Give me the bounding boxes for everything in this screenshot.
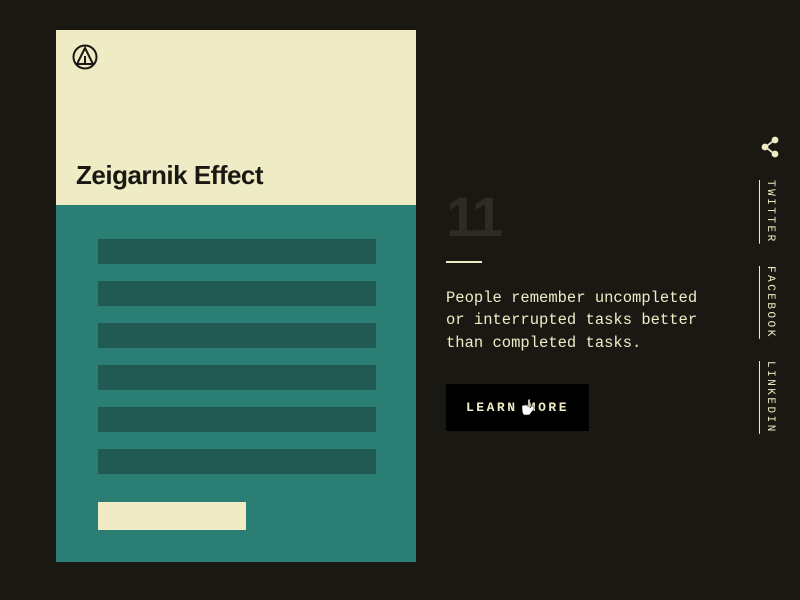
card-illustration: [56, 205, 416, 474]
divider: [446, 261, 482, 263]
card-header: Zeigarnik Effect: [56, 30, 416, 205]
share-icon[interactable]: [760, 136, 780, 158]
illustration-bar: [98, 281, 376, 306]
illustration-bar: [98, 449, 376, 474]
logo-icon: [72, 44, 98, 70]
law-number: 11: [446, 184, 716, 249]
share-linkedin-link[interactable]: LINKEDIN: [764, 361, 776, 434]
law-description: People remember uncompleted or interrupt…: [446, 287, 716, 354]
share-twitter-link[interactable]: TWITTER: [764, 180, 776, 244]
illustration-bar: [98, 407, 376, 432]
illustration-bar: [98, 239, 376, 264]
share-facebook-link[interactable]: FACEBOOK: [764, 266, 776, 339]
law-card: Zeigarnik Effect: [56, 30, 416, 562]
share-sidebar: TWITTER FACEBOOK LINKEDIN: [760, 136, 780, 433]
illustration-bar-short: [98, 502, 246, 530]
card-title: Zeigarnik Effect: [76, 160, 263, 191]
illustration-bar: [98, 365, 376, 390]
detail-panel: 11 People remember uncompleted or interr…: [446, 184, 716, 431]
illustration-bar: [98, 323, 376, 348]
learn-more-button[interactable]: LEARN MORE: [446, 384, 589, 431]
